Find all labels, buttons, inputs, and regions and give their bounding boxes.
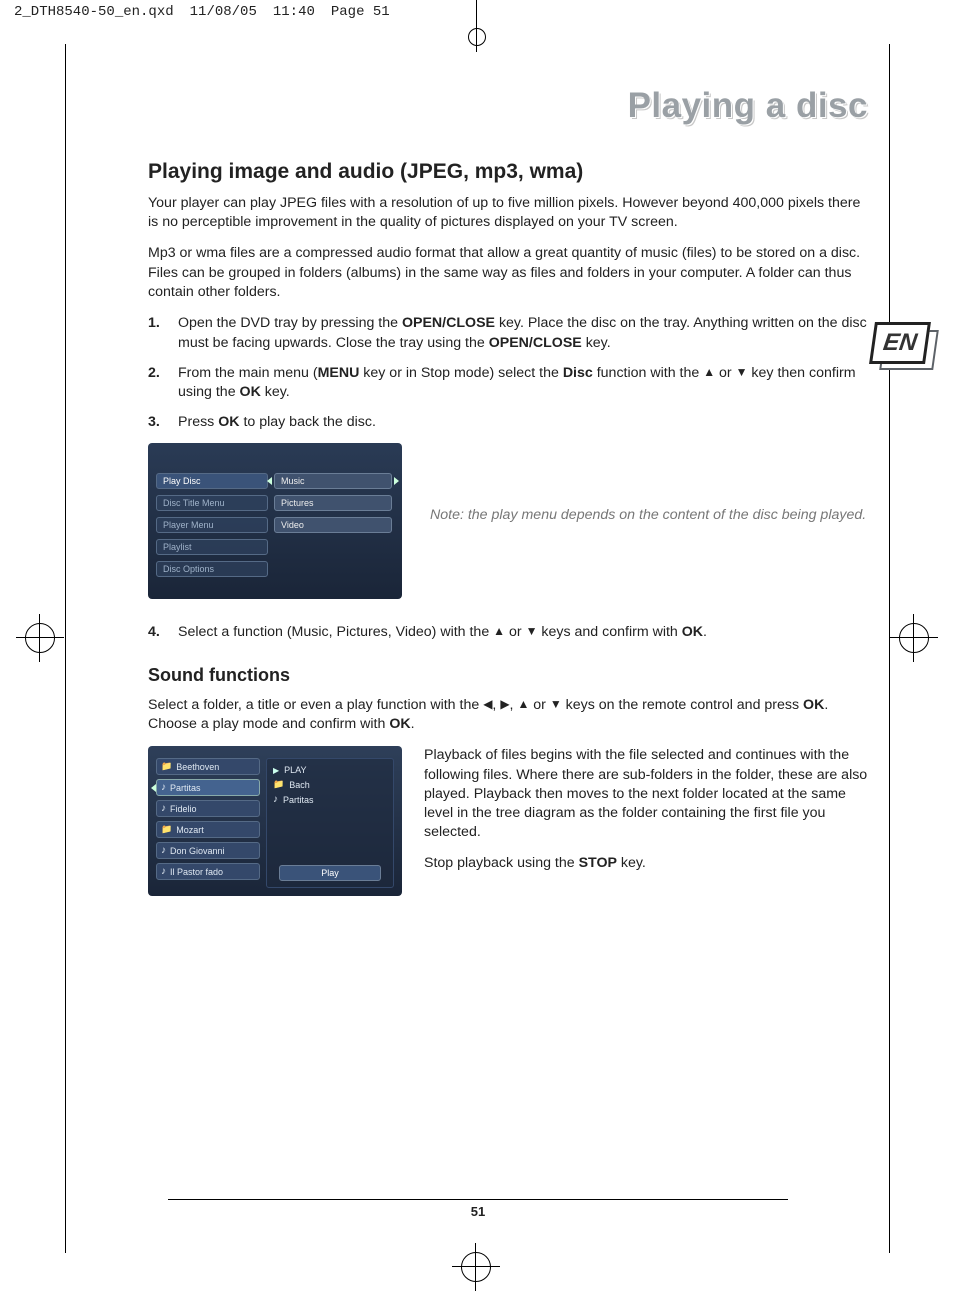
ui-and-note-row: Play Disc Disc Title Menu Player Menu Pl… [148, 443, 868, 599]
menu-item-title-menu: Disc Title Menu [156, 495, 268, 511]
menu-item-playlist: Playlist [156, 539, 268, 555]
step-3: 3. Press OK to play back the disc. [148, 413, 868, 433]
file-row-selected: Partitas [156, 779, 260, 796]
down-arrow-icon [526, 623, 538, 640]
section-heading: Playing image and audio (JPEG, mp3, wma) [148, 160, 868, 184]
ui-and-text-row: Beethoven Partitas Fidelio Mozart Don Gi… [148, 746, 868, 896]
up-arrow-icon [703, 364, 715, 381]
step-1: 1. Open the DVD tray by pressing the OPE… [148, 314, 868, 354]
sound-functions-paragraph: Select a folder, a title or even a play … [148, 696, 868, 734]
language-tab: EN [868, 322, 938, 372]
music-note-icon [161, 866, 166, 877]
slug-filename: 2_DTH8540-50_en.qxd [14, 4, 174, 20]
play-icon [273, 765, 279, 775]
file-row: Mozart [156, 821, 260, 838]
step-number: 3. [148, 413, 178, 433]
step-number: 2. [148, 364, 178, 404]
file-row: Fidelio [156, 800, 260, 817]
crop-mark-left [16, 614, 64, 662]
intro-paragraph-2: Mp3 or wma files are a compressed audio … [148, 244, 868, 302]
play-menu-note: Note: the play menu depends on the conte… [430, 506, 868, 525]
page-frame-hairline [889, 44, 890, 1253]
file-row: Il Pastor fado [156, 863, 260, 880]
language-tab-label: EN [869, 322, 931, 364]
menu-item-disc-options: Disc Options [156, 561, 268, 577]
step-list-continued: 4. Select a function (Music, Pictures, V… [148, 623, 868, 643]
play-button: Play [279, 865, 381, 881]
slug-page: Page 51 [331, 4, 390, 20]
music-note-icon [273, 794, 278, 805]
playback-behavior-paragraph: Playback of files begins with the file s… [424, 746, 868, 842]
prepress-slug: 2_DTH8540-50_en.qxd 11/08/05 11:40 Page … [14, 4, 390, 20]
folder-icon [273, 779, 284, 790]
playback-panel: PLAY Bach Partitas Play [266, 758, 394, 888]
slug-date: 11/08/05 [190, 4, 257, 20]
intro-paragraph-1: Your player can play JPEG files with a r… [148, 194, 868, 232]
panel-head: PLAY [284, 765, 306, 775]
down-arrow-icon [736, 364, 748, 381]
player-menu-right-column: Music Pictures Video [274, 473, 392, 533]
music-note-icon [161, 782, 166, 793]
step-4: 4. Select a function (Music, Pictures, V… [148, 623, 868, 643]
menu-item-play-disc: Play Disc [156, 473, 268, 489]
music-note-icon [161, 803, 166, 814]
crop-mark-top [465, 0, 489, 52]
menu-option-pictures: Pictures [274, 495, 392, 511]
folder-icon [161, 824, 172, 835]
playback-description: Playback of files begins with the file s… [424, 746, 868, 885]
file-row: Beethoven [156, 758, 260, 775]
page-frame-hairline [65, 44, 66, 1253]
stop-instruction-paragraph: Stop playback using the STOP key. [424, 854, 868, 873]
player-menu-screenshot: Play Disc Disc Title Menu Player Menu Pl… [148, 443, 402, 599]
step-number: 1. [148, 314, 178, 354]
step-2: 2. From the main menu (MENU key or in St… [148, 364, 868, 404]
page-title: Playing a disc [148, 86, 868, 126]
up-arrow-icon [517, 696, 529, 712]
folder-icon [161, 761, 172, 772]
step-text: Open the DVD tray by pressing the OPEN/C… [178, 314, 868, 354]
menu-option-video: Video [274, 517, 392, 533]
page-number: 51 [168, 1199, 788, 1219]
crop-mark-right [890, 614, 938, 662]
menu-item-player-menu: Player Menu [156, 517, 268, 533]
crop-mark-bottom [452, 1243, 500, 1291]
player-menu-left-column: Play Disc Disc Title Menu Player Menu Pl… [156, 473, 268, 577]
menu-option-music: Music [274, 473, 392, 489]
file-browser-screenshot: Beethoven Partitas Fidelio Mozart Don Gi… [148, 746, 402, 896]
page-content: Playing a disc Playing image and audio (… [148, 86, 868, 896]
file-list-column: Beethoven Partitas Fidelio Mozart Don Gi… [156, 758, 260, 880]
left-arrow-icon [483, 696, 492, 712]
step-list: 1. Open the DVD tray by pressing the OPE… [148, 314, 868, 433]
down-arrow-icon [550, 696, 562, 712]
document-page: 2_DTH8540-50_en.qxd 11/08/05 11:40 Page … [0, 0, 954, 1291]
step-text: From the main menu (MENU key or in Stop … [178, 364, 868, 404]
subsection-heading: Sound functions [148, 665, 868, 686]
step-text: Select a function (Music, Pictures, Vide… [178, 623, 707, 643]
step-number: 4. [148, 623, 178, 643]
up-arrow-icon [493, 623, 505, 640]
right-arrow-icon [500, 696, 509, 712]
slug-time: 11:40 [273, 4, 315, 20]
music-note-icon [161, 845, 166, 856]
file-row: Don Giovanni [156, 842, 260, 859]
step-text: Press OK to play back the disc. [178, 413, 376, 433]
